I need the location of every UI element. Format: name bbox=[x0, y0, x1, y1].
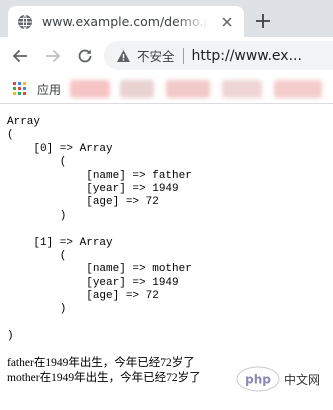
output-line: [age] => 72 bbox=[7, 196, 159, 209]
sentence-line: mother在1949年出生，今年已经72岁了 bbox=[7, 371, 201, 384]
browser-tab[interactable]: www.example.com/demo.php bbox=[8, 6, 244, 37]
apps-bookmark-label[interactable]: 应用 bbox=[37, 81, 61, 98]
output-line: [year] => 1949 bbox=[7, 276, 179, 289]
sentence-line: father在1949年出生，今年已经72岁了 bbox=[7, 357, 195, 369]
reload-icon[interactable] bbox=[75, 46, 95, 66]
address-bar[interactable]: 不安全 http://www.ex... bbox=[104, 41, 333, 70]
watermark-text: 中文网 bbox=[284, 372, 321, 387]
blurred-bookmark[interactable] bbox=[70, 80, 110, 98]
output-line: ) bbox=[7, 303, 67, 316]
tab-strip: www.example.com/demo.php bbox=[0, 0, 333, 37]
plus-icon[interactable] bbox=[253, 11, 273, 31]
output-line: [age] => 72 bbox=[7, 290, 159, 303]
output-line: ( bbox=[7, 129, 14, 142]
output-line: [1] => Array bbox=[7, 236, 113, 249]
tab-title: www.example.com/demo.php bbox=[42, 14, 208, 29]
output-line: [name] => mother bbox=[7, 263, 192, 276]
php-logo-text: php bbox=[245, 373, 271, 387]
omnibox-divider bbox=[182, 47, 184, 64]
php-cn-watermark: php 中文网 bbox=[234, 364, 330, 394]
sentence-output: father在1949年出生，今年已经72岁了 mother在1949年出生，今… bbox=[7, 356, 201, 385]
output-line: [0] => Array bbox=[7, 142, 113, 155]
blurred-bookmark[interactable] bbox=[222, 80, 262, 98]
output-line: [year] => 1949 bbox=[7, 182, 179, 195]
blurred-bookmark[interactable] bbox=[274, 80, 322, 98]
output-line: ) bbox=[7, 330, 14, 343]
warning-triangle-icon[interactable] bbox=[115, 48, 131, 64]
browser-toolbar: 不安全 http://www.ex... bbox=[0, 37, 333, 75]
apps-grid-icon[interactable] bbox=[13, 82, 26, 95]
output-line: Array bbox=[7, 116, 41, 128]
print-r-output: Array( [0] => Array ( [name] => father [… bbox=[7, 116, 192, 344]
blurred-bookmark[interactable] bbox=[166, 80, 210, 98]
output-line: ) bbox=[7, 209, 67, 222]
back-arrow-icon[interactable] bbox=[10, 46, 30, 66]
blurred-bookmark[interactable] bbox=[120, 80, 154, 98]
output-line: [name] => father bbox=[7, 169, 192, 182]
close-icon[interactable] bbox=[219, 14, 234, 29]
bookmarks-bar: 应用 bbox=[0, 75, 333, 104]
php-logo: php bbox=[236, 366, 280, 392]
output-line: ( bbox=[7, 156, 67, 169]
forward-arrow-icon[interactable] bbox=[43, 46, 63, 66]
output-line: ( bbox=[7, 249, 67, 262]
globe-icon bbox=[17, 14, 33, 30]
url-text[interactable]: http://www.ex... bbox=[192, 48, 302, 64]
security-label[interactable]: 不安全 bbox=[137, 46, 175, 65]
